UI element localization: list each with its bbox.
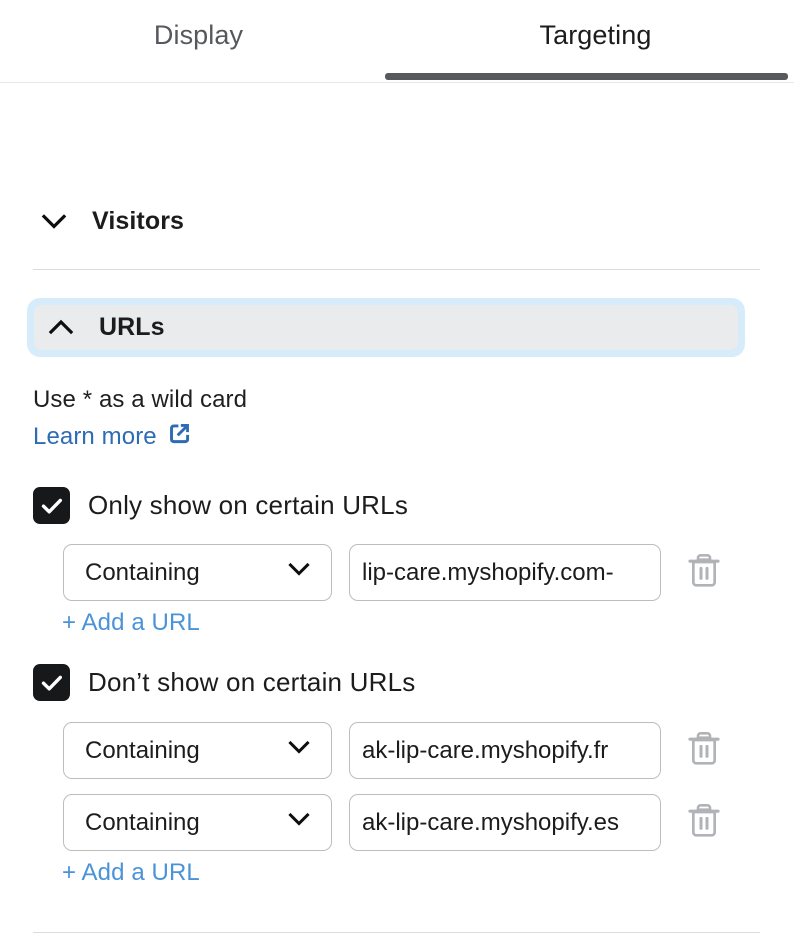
match-type-select[interactable]: Containing <box>63 722 332 779</box>
section-header-urls-focus-ring: URLs <box>27 298 745 357</box>
url-rule-row: Containing <box>63 722 725 779</box>
trash-icon <box>684 729 724 772</box>
delete-url-button[interactable] <box>683 802 725 844</box>
match-type-select[interactable]: Containing <box>63 544 332 601</box>
divider-visitors <box>33 269 760 270</box>
tab-display[interactable]: Display <box>0 0 397 83</box>
url-rule-row: Containing <box>63 794 725 851</box>
section-header-urls[interactable]: URLs <box>34 305 738 350</box>
url-input[interactable] <box>349 794 661 851</box>
tab-targeting[interactable]: Targeting <box>397 0 794 83</box>
trash-icon <box>684 801 724 844</box>
tab-targeting-label: Targeting <box>539 20 652 50</box>
external-link-icon <box>166 420 193 454</box>
section-title-visitors: Visitors <box>92 206 185 235</box>
checkbox-row-only-show[interactable]: Only show on certain URLs <box>33 487 408 524</box>
url-rule-row: Containing <box>63 544 725 601</box>
delete-url-button[interactable] <box>683 730 725 772</box>
url-input[interactable] <box>349 722 661 779</box>
learn-more-link[interactable]: Learn more <box>33 420 193 454</box>
match-type-value: Containing <box>85 736 200 764</box>
tab-bar: Display Targeting <box>0 0 794 83</box>
checkbox-only-show[interactable] <box>33 487 70 524</box>
match-type-select[interactable]: Containing <box>63 794 332 851</box>
match-type-value: Containing <box>85 558 200 586</box>
section-header-visitors[interactable]: Visitors <box>36 201 184 241</box>
chevron-down-icon <box>284 804 314 841</box>
checkbox-dont-show[interactable] <box>33 664 70 701</box>
tab-display-label: Display <box>153 20 244 50</box>
section-title-urls: URLs <box>99 313 165 341</box>
chevron-down-icon <box>284 732 314 769</box>
checkbox-label-only-show: Only show on certain URLs <box>88 490 409 520</box>
add-url-button-2[interactable]: + Add a URL <box>62 859 200 887</box>
match-type-value: Containing <box>85 808 200 836</box>
learn-more-label: Learn more <box>33 423 157 450</box>
delete-url-button[interactable] <box>683 552 725 594</box>
active-tab-indicator <box>385 73 788 80</box>
wildcard-hint: Use * as a wild card <box>33 386 248 413</box>
url-input[interactable] <box>349 544 661 601</box>
chevron-up-icon <box>43 310 79 346</box>
checkmark-icon <box>41 675 62 690</box>
checkmark-icon <box>41 498 62 513</box>
checkbox-label-dont-show: Don’t show on certain URLs <box>88 667 416 697</box>
add-url-button-1[interactable]: + Add a URL <box>62 609 200 637</box>
trash-icon <box>684 551 724 594</box>
chevron-down-icon <box>36 203 72 239</box>
checkbox-row-dont-show[interactable]: Don’t show on certain URLs <box>33 664 415 701</box>
tab-bar-baseline <box>0 82 794 83</box>
chevron-down-icon <box>284 554 314 591</box>
